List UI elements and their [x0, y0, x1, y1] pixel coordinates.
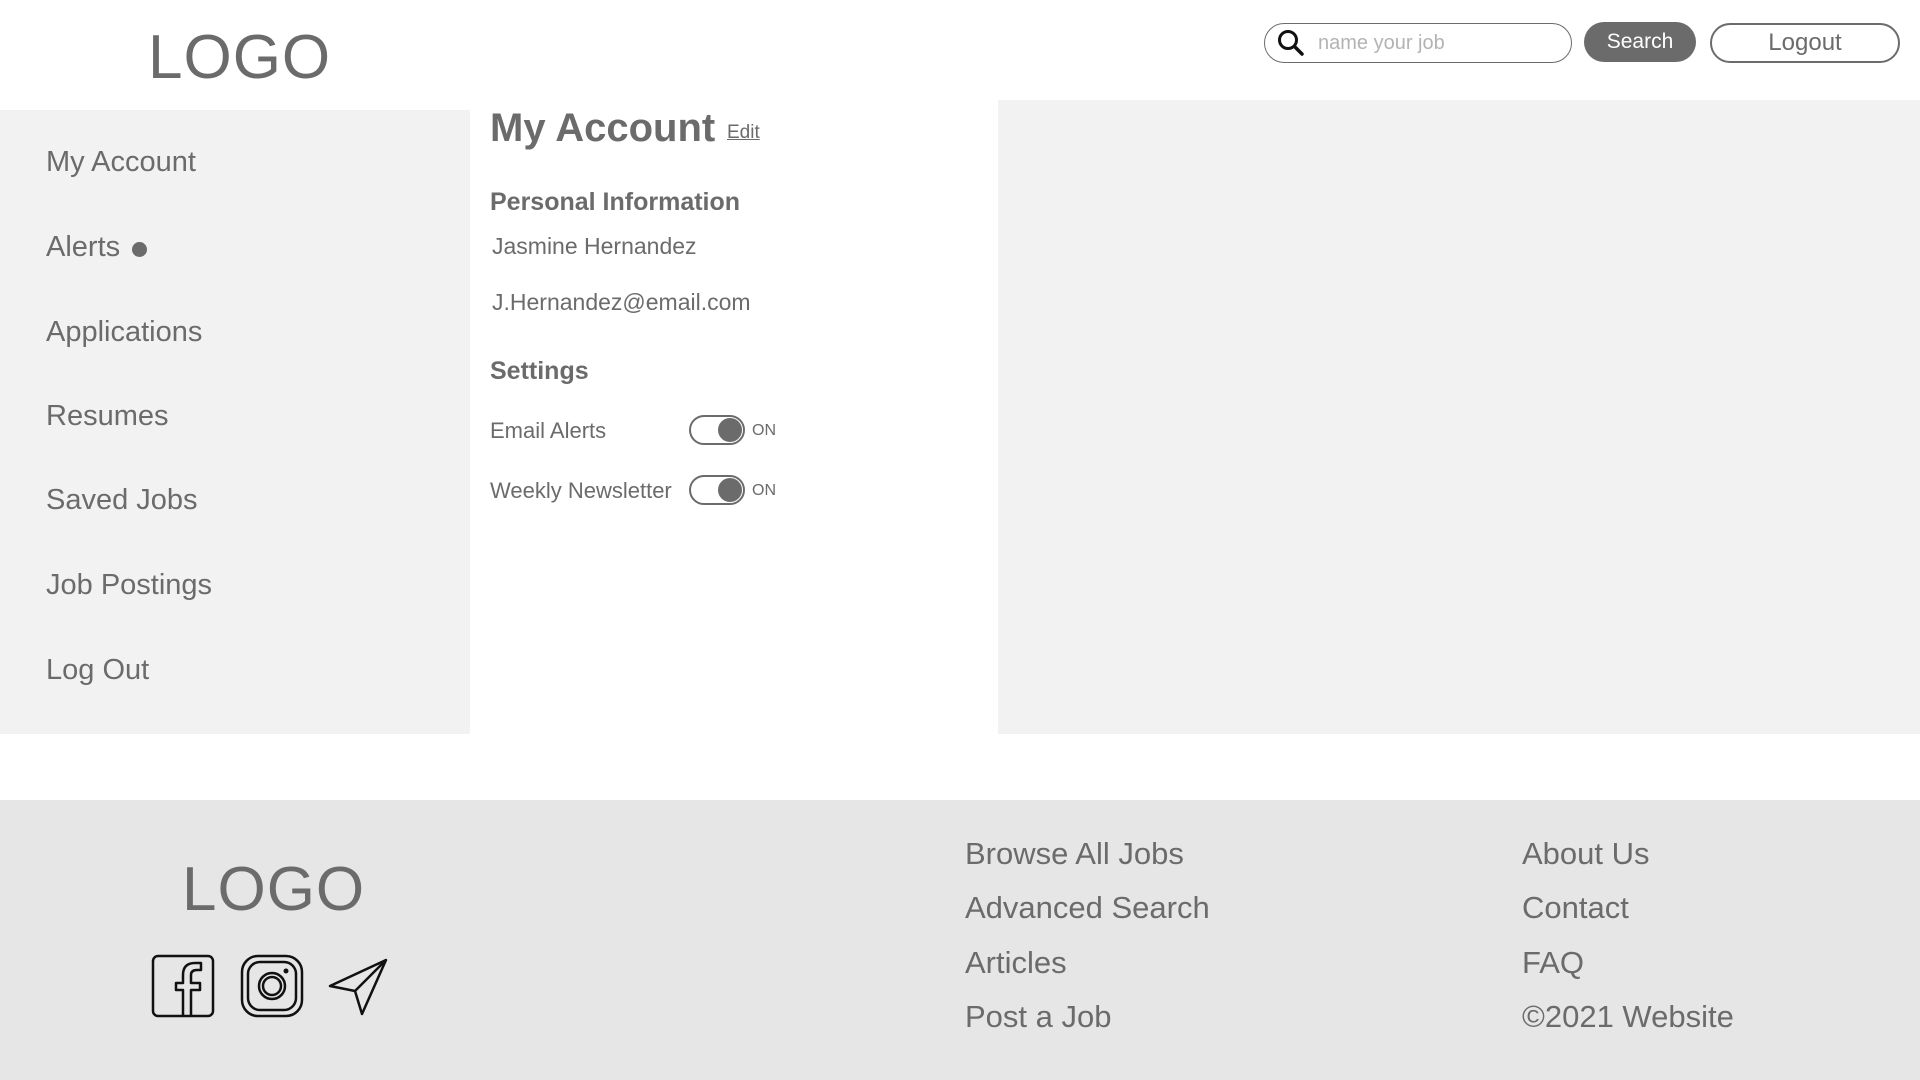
- sidebar-item-label: Resumes: [46, 400, 169, 432]
- settings-heading: Settings: [490, 357, 589, 385]
- search-button[interactable]: Search: [1584, 22, 1696, 62]
- content-placeholder-panel: [998, 100, 1920, 734]
- logout-button[interactable]: Logout: [1710, 23, 1900, 63]
- sidebar-item-alerts[interactable]: Alerts: [46, 231, 148, 264]
- user-name: Jasmine Hernandez: [492, 233, 697, 259]
- sidebar-item-label: My Account: [46, 146, 196, 178]
- email-alerts-state: ON: [752, 422, 776, 439]
- sidebar-item-label: Job Postings: [46, 569, 213, 601]
- sidebar-item-my-account[interactable]: My Account: [46, 146, 196, 179]
- sidebar-item-label: Saved Jobs: [46, 484, 198, 516]
- toggle-knob: [718, 478, 742, 502]
- copyright-text: ©2021 Website: [1522, 999, 1734, 1034]
- weekly-newsletter-label: Weekly Newsletter: [490, 478, 672, 503]
- sidebar-item-label: Log Out: [46, 654, 150, 686]
- email-alerts-toggle[interactable]: [689, 415, 745, 445]
- sidebar-nav: My Account Alerts Applications Resumes S…: [0, 110, 470, 734]
- footer-link-about-us[interactable]: About Us: [1522, 836, 1650, 872]
- footer-link-advanced-search[interactable]: Advanced Search: [965, 890, 1210, 926]
- sidebar-item-job-postings[interactable]: Job Postings: [46, 569, 212, 602]
- sidebar-item-label: Applications: [46, 316, 203, 348]
- alert-indicator-dot: [132, 242, 148, 257]
- sidebar-item-resumes[interactable]: Resumes: [46, 400, 169, 433]
- sidebar-item-saved-jobs[interactable]: Saved Jobs: [46, 484, 198, 517]
- telegram-icon[interactable]: [326, 954, 390, 1018]
- footer-link-contact[interactable]: Contact: [1522, 890, 1629, 926]
- sidebar-item-log-out[interactable]: Log Out: [46, 654, 149, 687]
- personal-info-heading: Personal Information: [490, 188, 741, 216]
- footer-link-post-a-job[interactable]: Post a Job: [965, 999, 1111, 1035]
- search-input[interactable]: [1318, 31, 1558, 55]
- account-content: My Account Edit Personal Information Jas…: [470, 100, 998, 734]
- instagram-icon[interactable]: [240, 954, 304, 1018]
- footer-link-faq[interactable]: FAQ: [1522, 945, 1584, 981]
- edit-link[interactable]: Edit: [727, 122, 760, 144]
- email-alerts-label: Email Alerts: [490, 418, 607, 443]
- sidebar-item-label: Alerts: [46, 231, 121, 263]
- weekly-newsletter-toggle[interactable]: [689, 475, 745, 505]
- search-icon: [1274, 26, 1308, 60]
- page-title: My Account: [490, 106, 716, 150]
- header-logo[interactable]: LOGO: [148, 22, 331, 93]
- footer-link-browse-all-jobs[interactable]: Browse All Jobs: [965, 836, 1184, 872]
- user-email: J.Hernandez@email.com: [492, 289, 751, 315]
- toggle-knob: [718, 418, 742, 442]
- footer: LOGO Browse All Jobs Advanced Search Art…: [0, 800, 1920, 1080]
- sidebar-item-applications[interactable]: Applications: [46, 316, 202, 349]
- footer-link-articles[interactable]: Articles: [965, 945, 1067, 981]
- footer-logo[interactable]: LOGO: [182, 854, 365, 925]
- weekly-newsletter-state: ON: [752, 482, 776, 499]
- search-box[interactable]: [1264, 23, 1572, 63]
- facebook-icon[interactable]: [151, 954, 215, 1018]
